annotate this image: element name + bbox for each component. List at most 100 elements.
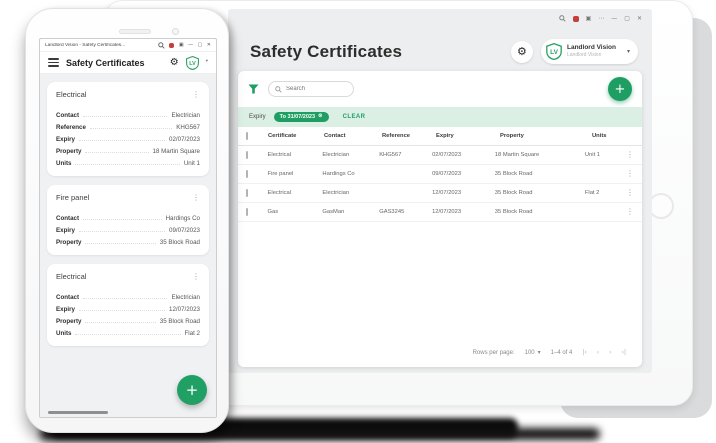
- certificate-card: Electrical ⋮ Contact Electrician Referenc…: [47, 82, 209, 176]
- page-title: Safety Certificates: [66, 57, 145, 68]
- plus-icon: +: [185, 380, 199, 399]
- row-menu-icon[interactable]: ⋮: [626, 189, 634, 197]
- certificate-card: Fire panel ⋮ Contact Hardings Co Expiry 09…: [47, 185, 209, 255]
- column-header-units[interactable]: Units: [592, 133, 634, 139]
- card-field: Units Unit 1: [56, 160, 200, 167]
- record-icon[interactable]: [572, 15, 579, 22]
- filter-icon[interactable]: [248, 84, 259, 94]
- gear-icon[interactable]: ⚙: [170, 57, 179, 68]
- account-name: Landlord Vision: [566, 44, 616, 52]
- card-menu-icon[interactable]: ⋮: [192, 193, 200, 202]
- cell-expiry: 12/07/2023: [432, 190, 462, 196]
- card-field: Expiry 02/07/2023: [56, 136, 200, 143]
- select-all-checkbox[interactable]: [246, 132, 248, 140]
- card-title: Electrical: [56, 90, 87, 99]
- overflow-menu-icon[interactable]: ⋯: [598, 15, 604, 22]
- card-field: Contact Electrician: [56, 112, 200, 119]
- table-row[interactable]: Gas GasMan GAS3245 12/07/2023 35 Block R…: [238, 203, 642, 222]
- extensions-icon[interactable]: ▣: [179, 42, 184, 48]
- record-icon[interactable]: [169, 42, 175, 48]
- row-menu-icon[interactable]: ⋮: [626, 208, 634, 216]
- maximize-icon[interactable]: ▢: [624, 15, 630, 22]
- add-certificate-button[interactable]: +: [177, 375, 207, 405]
- remove-filter-icon[interactable]: ⊗: [318, 114, 323, 120]
- filter-field-label: Expiry: [249, 114, 266, 120]
- search-input[interactable]: [286, 86, 346, 92]
- prev-page-button[interactable]: ‹: [597, 350, 599, 356]
- card-menu-icon[interactable]: ⋮: [192, 90, 200, 99]
- row-menu-icon[interactable]: ⋮: [626, 151, 634, 159]
- first-page-button[interactable]: |‹: [582, 350, 586, 356]
- rows-per-page-select[interactable]: 100 ▾: [525, 350, 541, 357]
- search-icon[interactable]: [158, 41, 165, 49]
- card-field: Expiry 09/07/2023: [56, 227, 200, 234]
- mockup-stage: ▣ ⋯ — ▢ ✕ Safety Certificates ⚙ LV Landl…: [0, 0, 716, 443]
- close-icon[interactable]: ✕: [207, 42, 211, 48]
- gear-icon: ⚙: [517, 45, 527, 58]
- column-header-reference[interactable]: Reference: [382, 133, 436, 139]
- table-row[interactable]: Electrical Electrician KHG567 02/07/2023…: [238, 146, 642, 165]
- card-field: Expiry 12/07/2023: [56, 306, 200, 313]
- column-header-expiry[interactable]: Expiry: [436, 133, 500, 139]
- next-page-button[interactable]: ›: [609, 350, 611, 356]
- card-menu-icon[interactable]: ⋮: [192, 272, 200, 281]
- row-checkbox[interactable]: [246, 151, 248, 159]
- menu-icon[interactable]: [48, 58, 59, 67]
- search-icon[interactable]: [558, 15, 566, 22]
- landlord-vision-logo[interactable]: LV: [185, 55, 199, 70]
- phone-speaker: [119, 29, 151, 34]
- cell-contact: Electrician: [322, 190, 350, 196]
- row-checkbox[interactable]: [246, 208, 248, 216]
- extensions-icon[interactable]: ▣: [586, 15, 592, 22]
- column-header-certificate[interactable]: Certificate: [268, 133, 324, 139]
- row-menu-icon[interactable]: ⋮: [626, 170, 634, 178]
- cell-certificate: Electrical: [267, 152, 292, 158]
- minimize-icon[interactable]: —: [188, 42, 193, 48]
- account-subtitle: Landlord Vision: [566, 52, 602, 59]
- settings-button[interactable]: ⚙: [510, 40, 533, 63]
- card-field: Contact Hardings Co: [56, 215, 200, 222]
- cell-certificate: Gas: [267, 209, 279, 215]
- filter-chip[interactable]: To 31/07/2023 ⊗: [273, 112, 329, 122]
- cell-certificate: Fire panel: [267, 171, 294, 177]
- card-title: Electrical: [56, 272, 87, 281]
- cell-reference: GAS3245: [379, 209, 405, 215]
- row-checkbox[interactable]: [246, 189, 248, 197]
- column-header-property[interactable]: Property: [500, 133, 592, 139]
- add-certificate-button[interactable]: +: [608, 77, 632, 101]
- card-field: Property 35 Block Road: [56, 239, 200, 246]
- pagination: Rows per page: 100 ▾ 1–4 of 4 |‹ ‹ › ›|: [238, 339, 642, 367]
- close-icon[interactable]: ✕: [637, 15, 642, 22]
- cell-certificate: Electrical: [267, 190, 292, 196]
- table-row[interactable]: Electrical Electrician 12/07/2023 35 Blo…: [238, 184, 642, 203]
- phone-app-header: Safety Certificates ⚙ LV ▾: [40, 52, 216, 74]
- cell-reference: KHG567: [379, 152, 402, 158]
- toolbar: +: [238, 71, 642, 107]
- page-title: Safety Certificates: [250, 41, 403, 61]
- tablet-browser-controls: ▣ ⋯ — ▢ ✕: [558, 15, 642, 22]
- certificate-card: Electrical ⋮ Contact Electrician Expiry 12…: [47, 264, 209, 346]
- cell-contact: GasMan: [322, 209, 345, 215]
- clear-filters-button[interactable]: CLEAR: [343, 114, 366, 120]
- column-header-contact[interactable]: Contact: [324, 133, 382, 139]
- phone-camera: [172, 28, 179, 35]
- pagination-range: 1–4 of 4: [550, 350, 573, 356]
- account-selector[interactable]: LV Landlord Vision Landlord Vision ▾: [540, 39, 638, 64]
- card-field: Property 18 Martin Square: [56, 148, 200, 155]
- row-checkbox[interactable]: [246, 170, 248, 178]
- minimize-icon[interactable]: —: [611, 15, 617, 22]
- phone-card-list: Electrical ⋮ Contact Electrician Referenc…: [40, 74, 216, 417]
- cell-property: 35 Block Road: [494, 171, 533, 177]
- chevron-down-icon: ▾: [626, 47, 630, 55]
- maximize-icon[interactable]: ▢: [198, 42, 203, 48]
- chevron-down-icon[interactable]: ▾: [206, 60, 208, 65]
- table-header-row: Certificate Contact Reference Expiry Pro…: [238, 127, 642, 146]
- search-field[interactable]: [268, 81, 354, 97]
- card-title: Fire panel: [56, 193, 90, 202]
- phone-browser-bar: Landlord Vision - Safety Certificates...…: [40, 39, 216, 52]
- last-page-button[interactable]: ›|: [622, 350, 626, 356]
- cell-contact: Hardings Co: [322, 171, 355, 177]
- browser-tab-title: Landlord Vision - Safety Certificates...: [45, 42, 126, 48]
- table-row[interactable]: Fire panel Hardings Co 09/07/2023 35 Blo…: [238, 165, 642, 184]
- svg-text:LV: LV: [189, 61, 196, 67]
